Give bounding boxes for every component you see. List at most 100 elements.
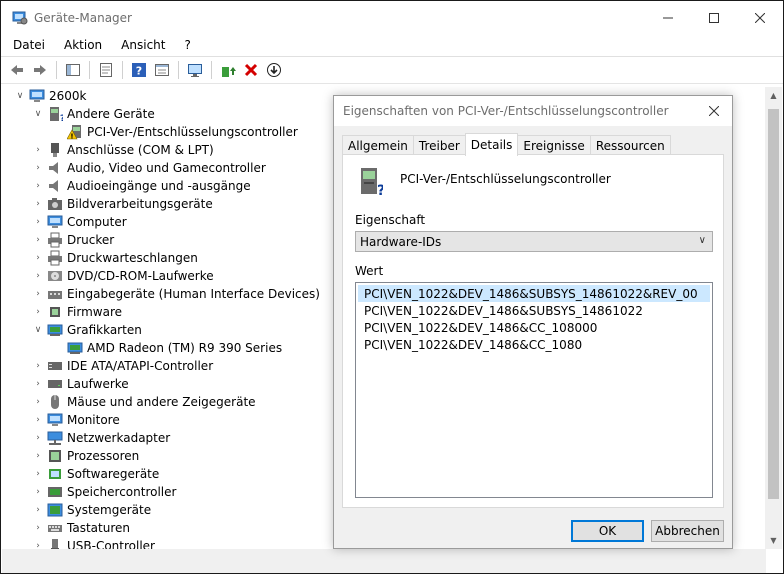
menu-datei[interactable]: Datei [7, 38, 51, 52]
tab-ereignisse[interactable]: Ereignisse [517, 135, 591, 155]
chevron-right-icon[interactable]: › [31, 161, 45, 175]
chevron-right-icon[interactable]: › [31, 377, 45, 391]
chevron-right-icon[interactable]: › [31, 449, 45, 463]
dialog-title-bar[interactable]: Eigenschaften von PCI-Ver-/Entschlüsselu… [334, 96, 732, 126]
toolbar-separator [122, 61, 123, 79]
tree-node-category[interactable]: › Anschlüsse (COM & LPT) [31, 141, 214, 159]
tree-node-category[interactable]: › Mäuse und andere Zeigegeräte [31, 393, 256, 411]
show-hide-console-tree-button[interactable] [63, 60, 83, 80]
monitor-icon [47, 215, 63, 228]
uninstall-device-button[interactable] [241, 60, 261, 80]
chevron-right-icon[interactable]: › [31, 233, 45, 247]
property-dropdown[interactable]: Hardware-IDs ∨ [355, 231, 713, 252]
tree-node-device[interactable]: AMD Radeon (TM) R9 390 Series [51, 339, 282, 357]
title-bar[interactable]: Geräte-Manager [1, 1, 783, 35]
tree-node-category[interactable]: › Audioeingänge und -ausgänge [31, 177, 250, 195]
value-listbox[interactable]: PCI\VEN_1022&DEV_1486&SUBSYS_14861022&RE… [355, 282, 713, 498]
chevron-right-icon[interactable]: › [31, 467, 45, 481]
tab-treiber[interactable]: Treiber [412, 135, 466, 155]
chevron-right-icon[interactable]: › [31, 521, 45, 535]
maximize-button[interactable] [691, 1, 737, 35]
tab-allgemein[interactable]: Allgemein [342, 135, 414, 155]
tree-node-category[interactable]: › Druckwarteschlangen [31, 249, 198, 267]
tree-node-device[interactable]: ! PCI-Ver-/Entschlüsselungscontroller [51, 123, 298, 141]
chevron-right-icon[interactable]: › [31, 143, 45, 157]
list-item[interactable]: PCI\VEN_1022&DEV_1486&SUBSYS_14861022&RE… [358, 285, 710, 302]
menu-help[interactable]: ? [178, 38, 196, 52]
ok-button[interactable]: OK [571, 520, 644, 542]
tab-details[interactable]: Details [464, 133, 519, 156]
tree-node-category[interactable]: › Laufwerke [31, 375, 129, 393]
usb-icon [51, 539, 59, 549]
tree-node-computer[interactable]: ∨ 2600k [13, 87, 87, 105]
tree-node-category[interactable]: › IDE ATA/ATAPI-Controller [31, 357, 213, 375]
chevron-right-icon[interactable]: › [31, 485, 45, 499]
chevron-down-icon[interactable]: ∨ [31, 107, 45, 121]
tree-node-category[interactable]: › USB-Controller [31, 537, 155, 549]
tree-node-category[interactable]: › Drucker [31, 231, 114, 249]
chevron-down-icon[interactable]: ∨ [31, 323, 45, 337]
printer-icon [48, 250, 62, 266]
chevron-right-icon[interactable]: › [31, 287, 45, 301]
chevron-right-icon[interactable]: › [31, 269, 45, 283]
disable-device-button[interactable] [264, 60, 284, 80]
svg-text:!: ! [70, 132, 73, 140]
list-item[interactable]: PCI\VEN_1022&DEV_1486&SUBSYS_14861022 [358, 302, 710, 319]
view-button[interactable] [152, 60, 172, 80]
tree-node-category[interactable]: ∨ Grafikkarten [31, 321, 142, 339]
forward-button[interactable] [30, 60, 50, 80]
minimize-button[interactable] [645, 1, 691, 35]
help-button[interactable]: ? [129, 60, 149, 80]
update-driver-button[interactable] [218, 60, 238, 80]
toolbar-separator [211, 61, 212, 79]
tree-node-category[interactable]: › Systemgeräte [31, 501, 151, 519]
tree-node-category[interactable]: › Firmware [31, 303, 122, 321]
scan-hardware-button[interactable] [185, 60, 205, 80]
tree-node-category[interactable]: › Softwaregeräte [31, 465, 159, 483]
tree-node-category[interactable]: ∨ ? Andere Geräte [31, 105, 155, 123]
tree-node-category[interactable]: › Bildverarbeitungsgeräte [31, 195, 213, 213]
chevron-right-icon[interactable]: › [31, 431, 45, 445]
scroll-thumb[interactable] [768, 109, 779, 499]
chevron-right-icon[interactable]: › [31, 305, 45, 319]
chevron-right-icon[interactable]: › [31, 359, 45, 373]
cancel-button[interactable]: Abbrechen [651, 520, 724, 542]
chevron-right-icon[interactable]: › [31, 179, 45, 193]
chevron-right-icon[interactable]: › [31, 215, 45, 229]
display-adapter-icon [67, 342, 83, 354]
chevron-right-icon[interactable]: › [31, 251, 45, 265]
close-button[interactable] [737, 1, 783, 35]
arrow-left-icon [11, 65, 23, 75]
menu-aktion[interactable]: Aktion [58, 38, 108, 52]
tree-node-category[interactable]: › Computer [31, 213, 126, 231]
tree-node-label: Netzwerkadapter [67, 431, 171, 445]
tree-node-category[interactable]: › Tastaturen [31, 519, 130, 537]
tab-ressourcen[interactable]: Ressourcen [589, 135, 671, 155]
chevron-right-icon[interactable]: › [31, 539, 45, 549]
tree-node-category[interactable]: › Monitore [31, 411, 120, 429]
tree-node-category[interactable]: › Netzwerkadapter [31, 429, 170, 447]
value-label: Wert [355, 264, 384, 278]
tree-node-label: Softwaregeräte [67, 467, 160, 481]
tree-node-category[interactable]: › Prozessoren [31, 447, 139, 465]
tree-node-category[interactable]: › Speichercontroller [31, 483, 176, 501]
tree-node-category[interactable]: › Audio, Video und Gamecontroller [31, 159, 266, 177]
menu-ansicht[interactable]: Ansicht [115, 38, 171, 52]
chevron-right-icon[interactable]: › [31, 503, 45, 517]
printer-icon [48, 232, 62, 248]
scroll-up-arrow-icon[interactable]: ▲ [765, 87, 782, 104]
list-item[interactable]: PCI\VEN_1022&DEV_1486&CC_108000 [358, 319, 710, 336]
chevron-down-icon[interactable]: ∨ [13, 89, 27, 103]
chevron-right-icon[interactable]: › [31, 413, 45, 427]
tree-node-category[interactable]: › Eingabegeräte (Human Interface Devices… [31, 285, 320, 303]
dialog-close-button[interactable] [696, 96, 732, 126]
chevron-right-icon[interactable]: › [31, 197, 45, 211]
chip-icon [50, 307, 60, 317]
tree-vertical-scrollbar[interactable]: ▲ ▼ [765, 87, 782, 549]
scroll-down-arrow-icon[interactable]: ▼ [765, 532, 782, 549]
chevron-right-icon[interactable]: › [31, 395, 45, 409]
list-item[interactable]: PCI\VEN_1022&DEV_1486&CC_1080 [358, 336, 710, 353]
tree-node-category[interactable]: › DVD/CD-ROM-Laufwerke [31, 267, 213, 285]
properties-button[interactable] [96, 60, 116, 80]
back-button[interactable] [7, 60, 27, 80]
